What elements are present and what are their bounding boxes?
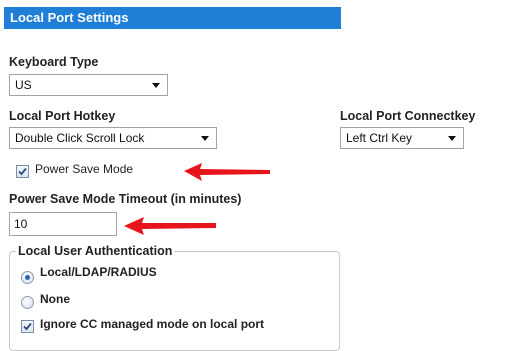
power-save-label: Power Save Mode	[35, 162, 134, 176]
checkmark-icon	[18, 167, 27, 176]
connectkey-label: Local Port Connectkey	[340, 109, 476, 123]
annotation-arrow-icon	[184, 163, 270, 181]
timeout-input[interactable]: 10	[9, 212, 117, 236]
radio-local-ldap-radius[interactable]	[21, 271, 34, 284]
keyboard-type-value: US	[15, 78, 32, 92]
power-save-checkbox[interactable]	[16, 165, 29, 178]
section-header: Local Port Settings	[4, 7, 341, 29]
connectkey-select[interactable]: Left Ctrl Key	[340, 127, 464, 149]
timeout-label: Power Save Mode Timeout (in minutes)	[9, 192, 242, 206]
hotkey-label: Local Port Hotkey	[9, 109, 116, 123]
radio-none-label: None	[40, 292, 70, 306]
annotation-arrow-icon	[124, 217, 216, 235]
ignore-cc-label: Ignore CC managed mode on local port	[40, 317, 265, 331]
connectkey-value: Left Ctrl Key	[346, 131, 413, 145]
radio-none[interactable]	[21, 296, 34, 309]
keyboard-type-select[interactable]: US	[9, 74, 168, 96]
chevron-down-icon	[201, 136, 209, 141]
keyboard-type-label: Keyboard Type	[9, 55, 99, 69]
checkmark-icon	[23, 322, 32, 331]
chevron-down-icon	[152, 83, 160, 88]
hotkey-select[interactable]: Double Click Scroll Lock	[9, 127, 217, 149]
hotkey-value: Double Click Scroll Lock	[15, 131, 145, 145]
chevron-down-icon	[448, 136, 456, 141]
ignore-cc-checkbox[interactable]	[21, 320, 34, 333]
radio-local-ldap-radius-label: Local/LDAP/RADIUS	[40, 265, 157, 279]
auth-legend: Local User Authentication	[16, 244, 175, 258]
